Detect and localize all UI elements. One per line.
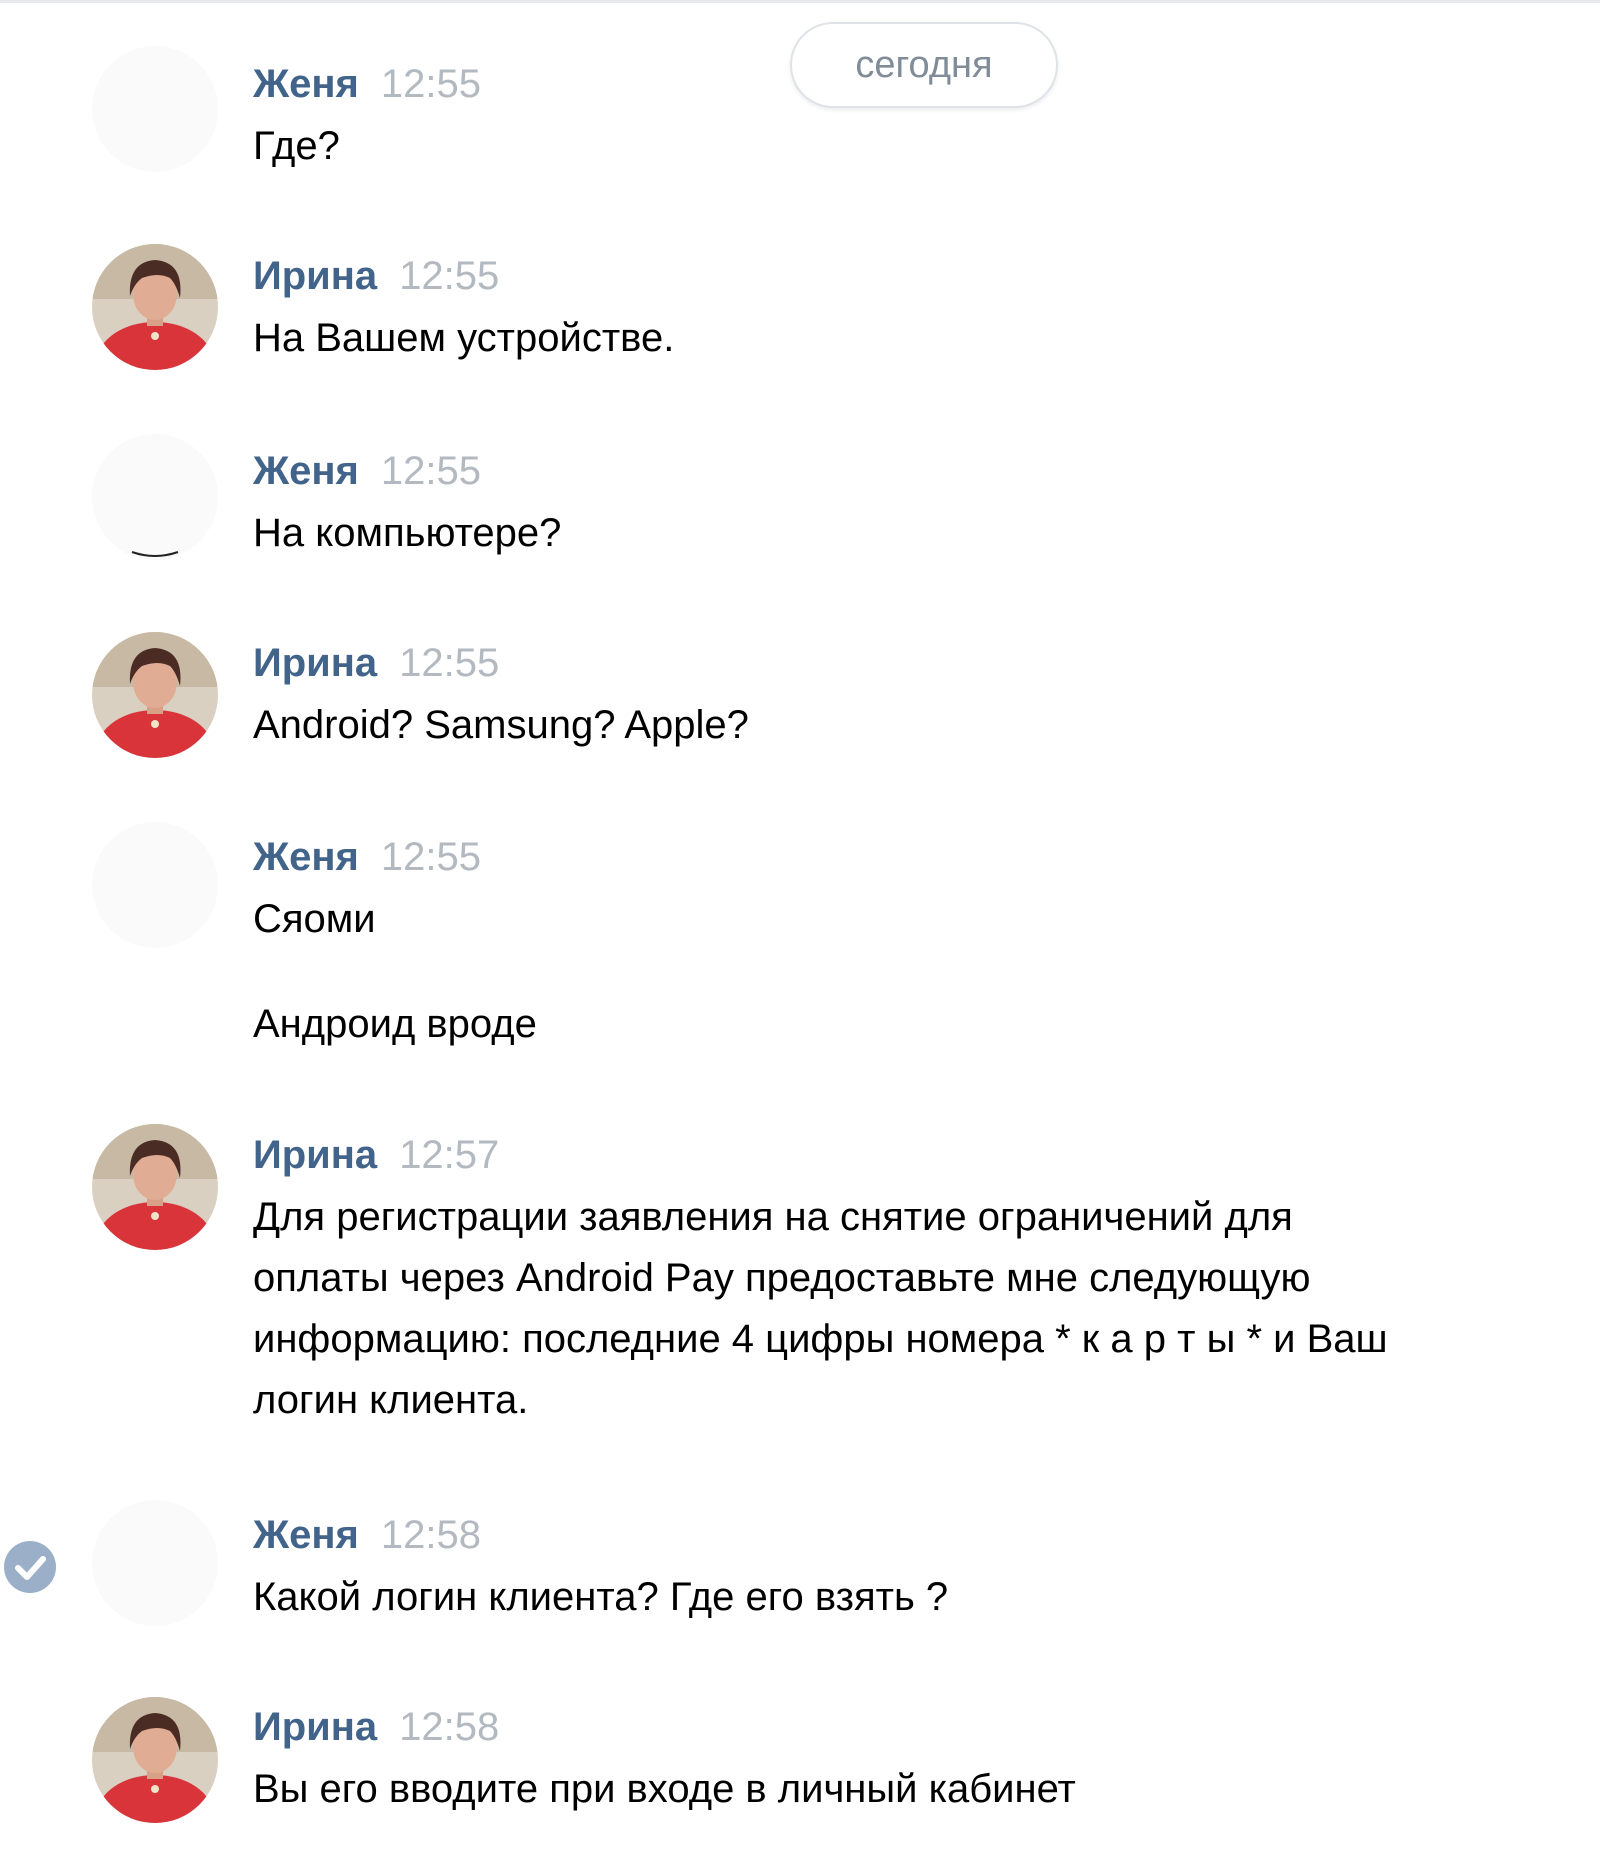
message-text: На компьютере? bbox=[253, 511, 562, 555]
avatar[interactable] bbox=[92, 1697, 218, 1823]
user-photo-avatar bbox=[92, 632, 218, 758]
top-divider bbox=[0, 0, 1600, 3]
date-separator-pill: сегодня bbox=[790, 22, 1058, 108]
user-photo-avatar bbox=[92, 1697, 218, 1823]
message-text: Сяоми bbox=[253, 897, 376, 941]
message-text: Для регистрации заявления на снятие огра… bbox=[253, 1195, 1293, 1239]
author-name[interactable]: Женя bbox=[253, 835, 359, 879]
author-name[interactable]: Ирина bbox=[253, 1133, 377, 1177]
message-time[interactable]: 12:57 bbox=[399, 1133, 499, 1177]
author-name[interactable]: Женя bbox=[253, 449, 359, 493]
message-author-line: Женя 12:58 bbox=[253, 1513, 481, 1558]
author-name[interactable]: Ирина bbox=[253, 1705, 377, 1749]
author-name[interactable]: Ирина bbox=[253, 254, 377, 298]
avatar[interactable] bbox=[92, 822, 218, 948]
avatar[interactable] bbox=[92, 632, 218, 758]
message-author-line: Ирина 12:55 bbox=[253, 254, 499, 299]
message-text: Андроид вроде bbox=[253, 1002, 537, 1046]
author-name[interactable]: Женя bbox=[253, 62, 359, 106]
message-time[interactable]: 12:55 bbox=[399, 254, 499, 298]
message-time[interactable]: 12:58 bbox=[381, 1513, 481, 1557]
message-time[interactable]: 12:55 bbox=[381, 835, 481, 879]
message-text: оплаты через Android Pay предоставьте мн… bbox=[253, 1256, 1311, 1300]
message-text: На Вашем устройстве. bbox=[253, 316, 675, 360]
user-photo-avatar bbox=[92, 244, 218, 370]
blank-avatar-icon bbox=[131, 551, 179, 557]
user-photo-avatar bbox=[92, 1124, 218, 1250]
message-text: Какой логин клиента? Где его взять ? bbox=[253, 1575, 949, 1619]
check-circle-icon bbox=[4, 1541, 56, 1593]
message-text: логин клиента. bbox=[253, 1378, 529, 1422]
message-author-line: Женя 12:55 bbox=[253, 835, 481, 880]
avatar[interactable] bbox=[92, 244, 218, 370]
message-author-line: Женя 12:55 bbox=[253, 449, 481, 494]
message-text: Вы его вводите при входе в личный кабине… bbox=[253, 1767, 1076, 1811]
message-text: информацию: последние 4 цифры номера * к… bbox=[253, 1317, 1388, 1361]
message-author-line: Ирина 12:55 bbox=[253, 641, 499, 686]
avatar[interactable] bbox=[92, 46, 218, 172]
message-text: Android? Samsung? Apple? bbox=[253, 703, 749, 747]
message-author-line: Ирина 12:58 bbox=[253, 1705, 499, 1750]
message-author-line: Женя 12:55 bbox=[253, 62, 481, 107]
message-time[interactable]: 12:55 bbox=[381, 449, 481, 493]
author-name[interactable]: Ирина bbox=[253, 641, 377, 685]
avatar[interactable] bbox=[92, 1500, 218, 1626]
avatar[interactable] bbox=[92, 434, 218, 560]
message-time[interactable]: 12:55 bbox=[381, 62, 481, 106]
message-time[interactable]: 12:55 bbox=[399, 641, 499, 685]
message-author-line: Ирина 12:57 bbox=[253, 1133, 499, 1178]
message-time[interactable]: 12:58 bbox=[399, 1705, 499, 1749]
avatar[interactable] bbox=[92, 1124, 218, 1250]
author-name[interactable]: Женя bbox=[253, 1513, 359, 1557]
message-text: Где? bbox=[253, 124, 340, 168]
